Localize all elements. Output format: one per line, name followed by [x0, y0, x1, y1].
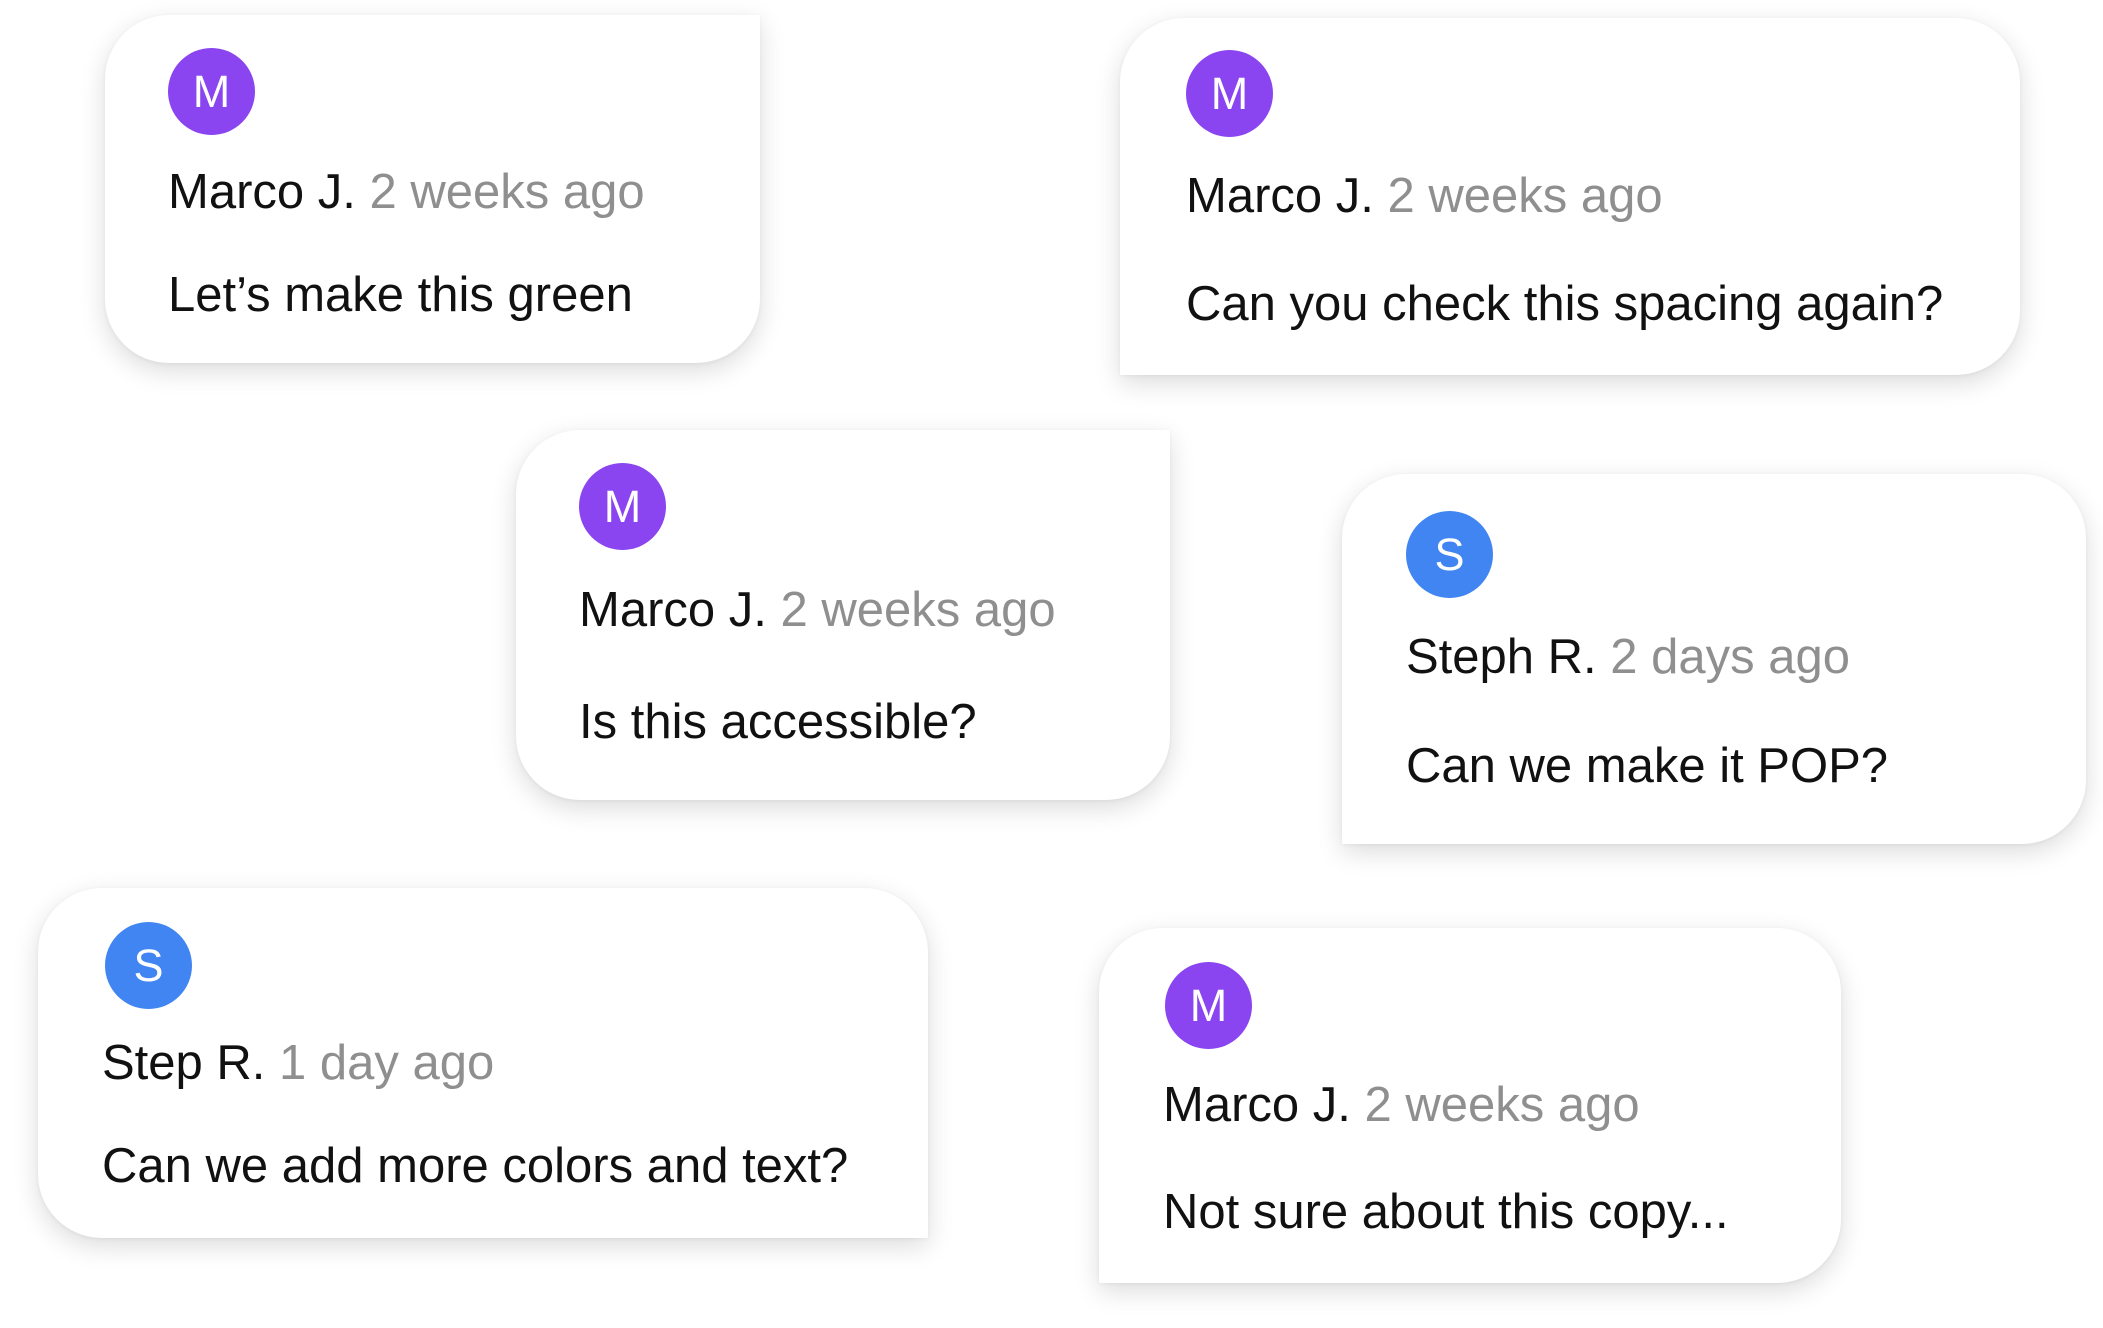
comment-card[interactable]: S Step R. 1 day ago Can we add more colo… — [38, 888, 928, 1238]
comment-meta: Marco J. 2 weeks ago — [1163, 1075, 1640, 1135]
avatar[interactable]: S — [105, 922, 192, 1009]
comment-timestamp: 1 day ago — [279, 1036, 495, 1090]
comment-meta: Steph R. 2 days ago — [1406, 627, 1850, 687]
comment-message: Let’s make this green — [168, 268, 633, 322]
comment-meta: Marco J. 2 weeks ago — [1186, 166, 1663, 226]
comment-timestamp: 2 days ago — [1610, 630, 1851, 684]
comment-canvas: { "colors": { "avatar_m": "#8a44f0", "av… — [0, 0, 2103, 1328]
comment-card[interactable]: M Marco J. 2 weeks ago Let’s make this g… — [105, 15, 760, 363]
comment-card[interactable]: M Marco J. 2 weeks ago Can you check thi… — [1120, 18, 2020, 375]
avatar[interactable]: M — [1165, 962, 1252, 1049]
comment-author: Marco J. — [579, 583, 767, 637]
avatar-initial: S — [133, 940, 164, 991]
avatar-initial: M — [1210, 68, 1249, 119]
comment-message: Is this accessible? — [579, 695, 977, 749]
comment-message: Can we add more colors and text? — [102, 1139, 849, 1193]
comment-card[interactable]: M Marco J. 2 weeks ago Not sure about th… — [1099, 928, 1841, 1283]
comment-author: Marco J. — [168, 165, 356, 219]
avatar[interactable]: M — [168, 48, 255, 135]
comment-message: Not sure about this copy... — [1163, 1185, 1729, 1239]
comment-author: Marco J. — [1186, 169, 1374, 223]
comment-card[interactable]: M Marco J. 2 weeks ago Is this accessibl… — [516, 430, 1170, 800]
avatar-initial: M — [192, 66, 231, 117]
avatar[interactable]: M — [1186, 50, 1273, 137]
comment-timestamp: 2 weeks ago — [1364, 1078, 1640, 1132]
comment-timestamp: 2 weeks ago — [369, 165, 645, 219]
comment-timestamp: 2 weeks ago — [780, 583, 1056, 637]
comment-meta: Step R. 1 day ago — [102, 1033, 494, 1093]
comment-message: Can you check this spacing again? — [1186, 277, 1944, 331]
avatar-initial: S — [1434, 529, 1465, 580]
avatar[interactable]: S — [1406, 511, 1493, 598]
comment-card[interactable]: S Steph R. 2 days ago Can we make it POP… — [1342, 474, 2086, 844]
avatar-initial: M — [603, 481, 642, 532]
comment-author: Step R. — [102, 1036, 266, 1090]
comment-timestamp: 2 weeks ago — [1387, 169, 1663, 223]
comment-message: Can we make it POP? — [1406, 739, 1889, 793]
comment-meta: Marco J. 2 weeks ago — [579, 580, 1056, 640]
comment-meta: Marco J. 2 weeks ago — [168, 162, 645, 222]
comment-author: Marco J. — [1163, 1078, 1351, 1132]
comment-author: Steph R. — [1406, 630, 1597, 684]
avatar[interactable]: M — [579, 463, 666, 550]
avatar-initial: M — [1189, 980, 1228, 1031]
